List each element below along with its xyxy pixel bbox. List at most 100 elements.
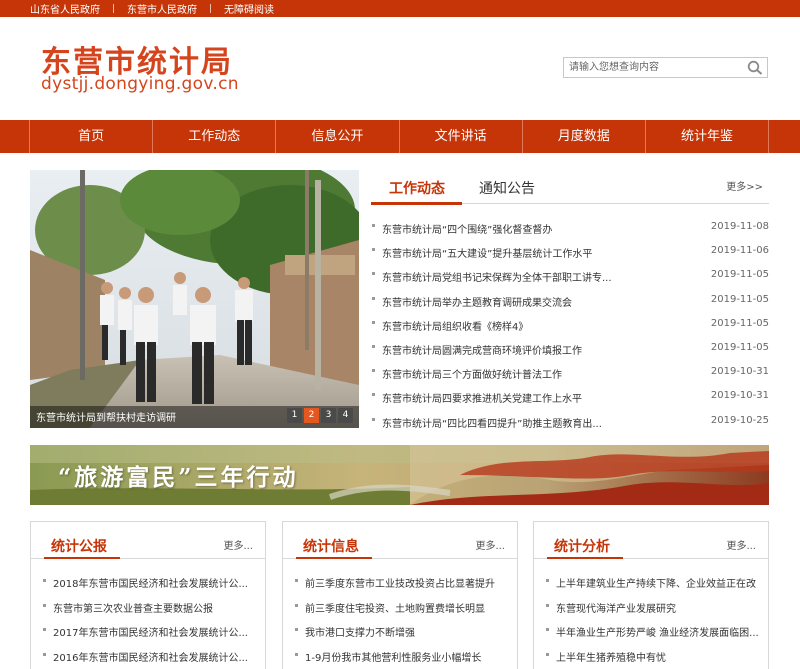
news-date: 2019-10-31 [710,366,769,378]
bullet-icon [372,393,375,397]
bullet-icon [372,248,375,252]
bullet-icon [43,628,46,631]
slider-page-1[interactable]: 1 [287,408,302,423]
item-title[interactable]: 2018年东营市国民经济和社会发展统计公... [53,575,255,590]
news-title[interactable]: 东营市统计局“五大建设”提升基层统计工作水平 [382,245,622,260]
item-title[interactable]: 上半年生猪养殖稳中有忧 [556,649,758,664]
bullet-icon [546,579,549,582]
search-button[interactable] [747,60,763,75]
bullet-icon [295,603,298,607]
item-title[interactable]: 东营市第三次农业普查主要数据公报 [53,600,255,615]
item-title[interactable]: 东营现代海洋产业发展研究 [556,600,758,615]
news-title[interactable]: 东营市统计局三个方面做好统计普法工作 [382,366,622,381]
bullet-icon [372,417,375,421]
card-more-link[interactable]: 更多... [475,537,505,552]
bullet-icon [372,296,375,300]
news-date: 2019-10-25 [710,414,769,426]
bullet-icon [43,603,46,607]
card-statistical-analysis: 统计分析 更多... 上半年建筑业生产持续下降、企业效益正在改 东营现代海洋产业… [533,521,769,669]
slider-pagination: 1 2 3 4 [287,408,353,423]
news-list: 东营市统计局“四个围绕”强化督查督办 2019-11-08 东营市统计局“五大建设… [371,215,769,433]
card-title[interactable]: 统计分析 [554,536,610,556]
slider-page-2[interactable]: 2 [304,408,319,423]
nav-statistical-yearbook[interactable]: 统计年鉴 [646,120,770,153]
top-links: 山东省人民政府 东营市人民政府 无障碍阅读 [30,0,274,17]
item-title[interactable]: 2016年东营市国民经济和社会发展统计公... [53,649,255,664]
bullet-icon [372,272,375,276]
list-item: 1-9月份我市其他营利性服务业小幅增长 [295,645,507,669]
list-item: 东营市统计局组织收看《榜样4》 2019-11-05 [371,312,769,336]
slider-page-4[interactable]: 4 [338,408,353,423]
slider-page-3[interactable]: 3 [321,408,336,423]
news-title[interactable]: 东营市统计局党组书记宋保辉为全体干部职工讲专... [382,269,622,284]
news-title[interactable]: 东营市统计局圆满完成营商环境评价填报工作 [382,342,622,357]
link-shandong-gov[interactable]: 山东省人民政府 [30,1,100,16]
bullet-icon [295,579,298,582]
news-tabs: 工作动态 通知公告 更多>> [371,174,769,205]
news-title[interactable]: 东营市统计局组织收看《榜样4》 [382,318,622,333]
nav-home[interactable]: 首页 [30,120,154,153]
card-title[interactable]: 统计信息 [303,536,359,556]
photo-slider[interactable]: 东营市统计局到帮扶村走访调研 1 2 3 4 [30,170,359,428]
news-date: 2019-11-05 [710,269,769,281]
nav-monthly-data[interactable]: 月度数据 [523,120,646,153]
bullet-icon [372,344,375,348]
card-more-link[interactable]: 更多... [223,537,253,552]
bullet-icon [372,320,375,324]
list-item: 东营市统计局四要求推进机关党建工作上水平 2019-10-31 [371,384,769,408]
card-title-underline [296,557,372,559]
tab-notices[interactable]: 通知公告 [479,178,535,198]
divider [210,4,211,13]
card-list: 上半年建筑业生产持续下降、企业效益正在改 东营现代海洋产业发展研究 半年渔业生产… [546,571,758,669]
bullet-icon [43,579,46,582]
card-more-link[interactable]: 更多... [726,537,756,552]
link-dongying-gov[interactable]: 东营市人民政府 [127,1,197,16]
list-item: 东营市统计局举办主题教育调研成果交流会 2019-11-05 [371,288,769,312]
list-item: 东营市统计局党组书记宋保辉为全体干部职工讲专... 2019-11-05 [371,263,769,287]
tab-work-news[interactable]: 工作动态 [389,178,445,198]
item-title[interactable]: 我市港口支撑力不断增强 [305,624,507,639]
card-header: 统计信息 更多... [283,522,517,559]
list-item: 前三季度住宅投资、土地购置费增长明显 [295,596,507,621]
list-item: 东营市第三次农业普查主要数据公报 [43,596,255,621]
item-title[interactable]: 前三季度东营市工业技改投资占比显著提升 [305,575,507,590]
slider-caption[interactable]: 东营市统计局到帮扶村走访调研 [36,409,176,424]
nav-documents-speeches[interactable]: 文件讲话 [400,120,523,153]
item-title[interactable]: 上半年建筑业生产持续下降、企业效益正在改 [556,575,758,590]
news-title[interactable]: 东营市统计局四要求推进机关党建工作上水平 [382,390,622,405]
news-title[interactable]: 东营市统计局“四个围绕”强化督查督办 [382,221,622,236]
list-item: 东营市统计局圆满完成营商环境评价填报工作 2019-11-05 [371,336,769,360]
list-item: 前三季度东营市工业技改投资占比显著提升 [295,571,507,596]
card-statistical-bulletin: 统计公报 更多... 2018年东营市国民经济和社会发展统计公... 东营市第三… [30,521,266,669]
search-input[interactable] [564,58,742,77]
news-date: 2019-11-05 [710,341,769,353]
card-title-underline [547,557,623,559]
list-item: 半年渔业生产形势严峻 渔业经济发展面临困... [546,620,758,645]
news-date: 2019-11-05 [710,317,769,329]
list-item: 上半年生猪养殖稳中有忧 [546,645,758,669]
bullet-icon [372,224,375,227]
active-tab-indicator [371,202,462,205]
list-item: 2016年东营市国民经济和社会发展统计公... [43,645,255,669]
card-title[interactable]: 统计公报 [51,536,107,556]
item-title[interactable]: 半年渔业生产形势严峻 渔业经济发展面临困... [556,624,758,639]
nav-work-news[interactable]: 工作动态 [153,120,277,153]
news-title[interactable]: 东营市统计局“四比四看四提升”助推主题教育出... [382,415,622,430]
item-title[interactable]: 前三季度住宅投资、土地购置费增长明显 [305,600,507,615]
news-date: 2019-10-31 [710,390,769,402]
news-title[interactable]: 东营市统计局举办主题教育调研成果交流会 [382,294,622,309]
nav-info-disclosure[interactable]: 信息公开 [276,120,400,153]
top-bar: 山东省人民政府 东营市人民政府 无障碍阅读 [0,0,800,17]
tourism-banner[interactable]: “旅游富民”三年行动 [30,445,769,505]
news-more-link[interactable]: 更多>> [726,178,763,193]
card-statistical-info: 统计信息 更多... 前三季度东营市工业技改投资占比显著提升 前三季度住宅投资、… [282,521,518,669]
site-logo-domain: dystjj.dongying.gov.cn [41,74,239,94]
card-header: 统计分析 更多... [534,522,768,559]
list-item: 2017年东营市国民经济和社会发展统计公... [43,620,255,645]
banner-title: “旅游富民”三年行动 [58,464,299,491]
list-item: 我市港口支撑力不断增强 [295,620,507,645]
link-accessibility[interactable]: 无障碍阅读 [224,1,274,16]
card-title-underline [44,557,120,559]
item-title[interactable]: 1-9月份我市其他营利性服务业小幅增长 [305,649,507,664]
item-title[interactable]: 2017年东营市国民经济和社会发展统计公... [53,624,255,639]
